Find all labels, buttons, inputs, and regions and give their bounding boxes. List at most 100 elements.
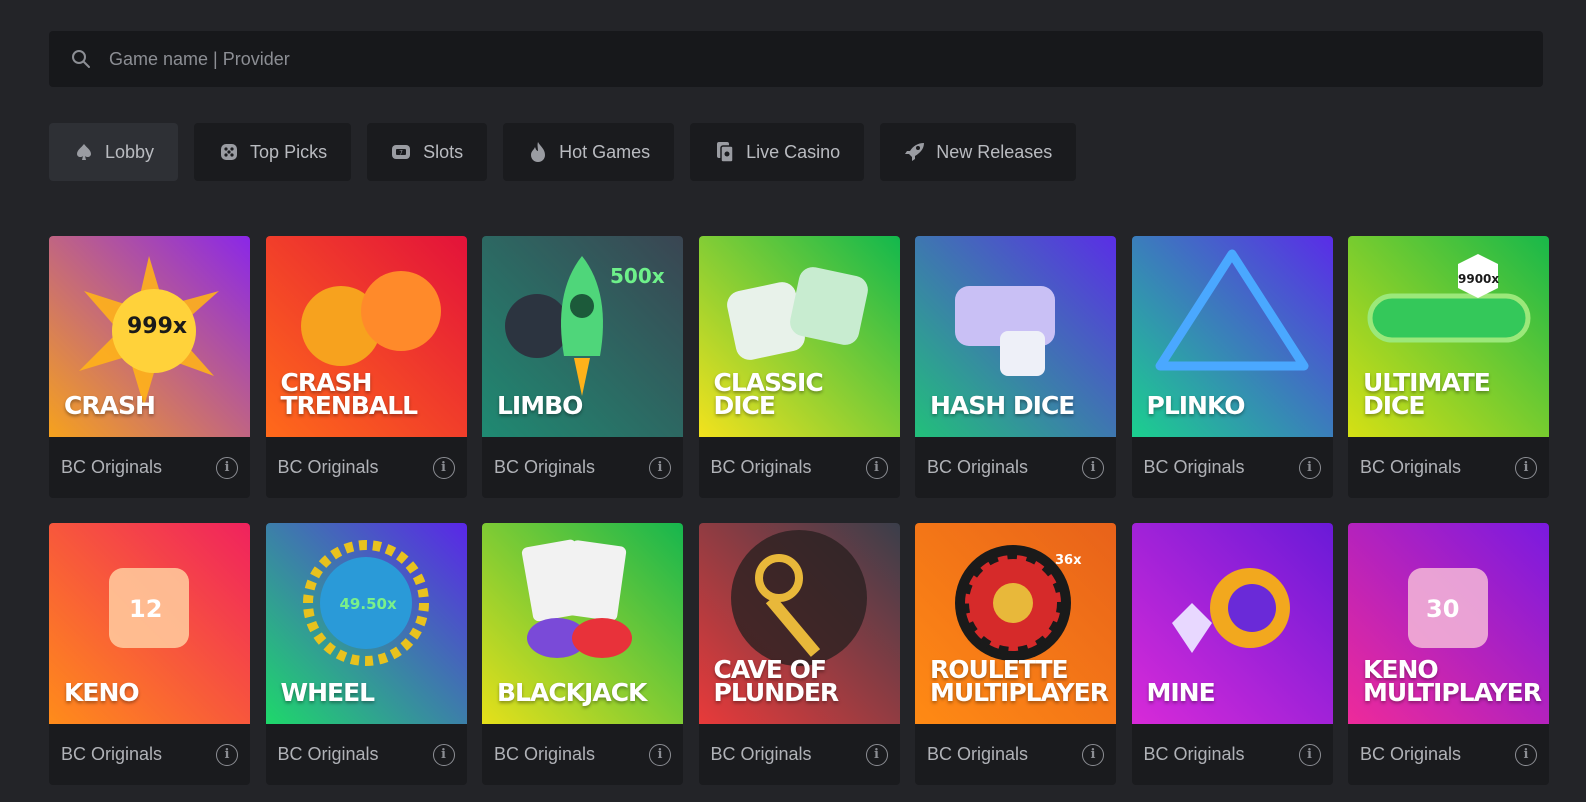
game-meta: BC Originals i — [699, 437, 900, 498]
game-card-limbo[interactable]: 500x LIMBO BC Originals i — [482, 236, 683, 498]
info-icon[interactable]: i — [1515, 743, 1537, 766]
game-card-classic-dice[interactable]: CLASSIC DICE BC Originals i — [698, 236, 900, 498]
info-icon[interactable]: i — [216, 743, 238, 766]
tab-new-releases[interactable]: New Releases — [880, 123, 1077, 181]
game-thumbnail[interactable]: 12 KENO — [49, 523, 250, 724]
dice-icon — [218, 141, 240, 163]
game-thumbnail[interactable]: CRASH TRENBALL — [265, 236, 467, 437]
game-provider[interactable]: BC Originals — [278, 744, 379, 765]
game-card-mine[interactable]: MINE BC Originals i — [1131, 523, 1333, 785]
game-title: WHEEL — [280, 678, 376, 707]
game-card-plinko[interactable]: PLINKO BC Originals i — [1131, 236, 1333, 498]
info-icon[interactable]: i — [432, 456, 455, 479]
game-title: PLINKO — [1146, 391, 1246, 420]
game-thumbnail[interactable]: 49.50x WHEEL — [265, 523, 467, 724]
tab-label: Hot Games — [559, 141, 651, 162]
game-thumbnail[interactable]: 9900x ULTIMATE DICE — [1348, 236, 1549, 437]
game-provider[interactable]: BC Originals — [927, 457, 1028, 478]
game-provider[interactable]: BC Originals — [711, 457, 812, 478]
game-title: KENO MULTIPLAYER — [1363, 655, 1542, 707]
game-thumbnail[interactable]: 500x LIMBO — [482, 236, 683, 437]
game-card-crash[interactable]: 999x CRASH BC Originals i — [49, 236, 250, 498]
game-title: CRASH TRENBALL — [280, 368, 419, 420]
game-title: ULTIMATE DICE — [1363, 368, 1491, 420]
game-meta: BC Originals i — [1348, 437, 1549, 498]
info-icon[interactable]: i — [865, 456, 888, 479]
game-thumbnail[interactable]: 30 KENO MULTIPLAYER — [1348, 523, 1549, 724]
game-thumbnail[interactable]: 999x CRASH — [49, 236, 250, 437]
game-provider[interactable]: BC Originals — [711, 744, 812, 765]
tab-slots[interactable]: 7 Slots — [367, 123, 488, 181]
info-icon[interactable]: i — [432, 743, 455, 766]
game-thumbnail[interactable]: PLINKO — [1131, 236, 1333, 437]
game-art-badge: 30 — [1426, 595, 1460, 623]
game-card-blackjack[interactable]: BLACKJACK BC Originals i — [482, 523, 683, 785]
game-card-hash-dice[interactable]: HASH DICE BC Originals i — [915, 236, 1116, 498]
info-icon[interactable]: i — [649, 743, 671, 766]
cards-icon — [714, 141, 736, 163]
game-grid: 999x CRASH BC Originals i CRASH TRENBALL BC O… — [49, 236, 1549, 785]
game-card-keno[interactable]: 12 KENO BC Originals i — [49, 523, 250, 785]
game-thumbnail[interactable]: HASH DICE — [915, 236, 1116, 437]
game-card-wheel[interactable]: 49.50x WHEEL BC Originals i — [265, 523, 467, 785]
tab-hot-games[interactable]: Hot Games — [503, 123, 675, 181]
tab-live-casino[interactable]: Live Casino — [690, 123, 865, 181]
game-art-badge: 12 — [129, 595, 163, 623]
game-meta: BC Originals i — [49, 724, 250, 785]
info-icon[interactable]: i — [1298, 743, 1321, 766]
tab-top-picks[interactable]: Top Picks — [194, 123, 352, 181]
game-art-badge: 9900x — [1458, 272, 1500, 286]
game-title: CAVE OF PLUNDER — [713, 655, 840, 707]
game-card-crash-trenball[interactable]: CRASH TRENBALL BC Originals i — [265, 236, 467, 498]
game-art-badge: 36x — [1055, 553, 1082, 568]
game-title: ROULETTE MULTIPLAYER — [930, 655, 1109, 707]
game-thumbnail[interactable]: MINE — [1131, 523, 1333, 724]
game-thumbnail[interactable]: 36x ROULETTE MULTIPLAYER — [915, 523, 1116, 724]
game-meta: BC Originals i — [49, 437, 250, 498]
game-provider[interactable]: BC Originals — [1144, 744, 1245, 765]
game-meta: BC Originals i — [482, 437, 683, 498]
flame-icon — [527, 141, 549, 163]
game-title: MINE — [1146, 678, 1216, 707]
game-provider[interactable]: BC Originals — [494, 744, 595, 765]
game-card-keno-multiplayer[interactable]: 30 KENO MULTIPLAYER BC Originals i — [1348, 523, 1549, 785]
game-art-badge: 500x — [610, 264, 665, 288]
tab-label: Slots — [423, 141, 464, 162]
game-provider[interactable]: BC Originals — [927, 744, 1028, 765]
info-icon[interactable]: i — [216, 456, 238, 479]
game-card-cave-of-plunder[interactable]: CAVE OF PLUNDER BC Originals i — [698, 523, 900, 785]
tab-lobby[interactable]: Lobby — [49, 123, 179, 181]
info-icon[interactable]: i — [649, 456, 671, 479]
info-icon[interactable]: i — [1298, 456, 1321, 479]
game-thumbnail[interactable]: BLACKJACK — [482, 523, 683, 724]
game-art-badge: 49.50x — [339, 595, 397, 613]
info-icon[interactable]: i — [1082, 456, 1104, 479]
game-provider[interactable]: BC Originals — [494, 457, 595, 478]
game-title: CLASSIC DICE — [713, 368, 824, 420]
game-meta: BC Originals i — [1132, 437, 1333, 498]
search-bar[interactable] — [49, 31, 1543, 87]
game-meta: BC Originals i — [1132, 724, 1333, 785]
game-meta: BC Originals i — [915, 437, 1116, 498]
game-card-roulette-multiplayer[interactable]: 36x ROULETTE MULTIPLAYER BC Originals i — [915, 523, 1116, 785]
game-meta: BC Originals i — [915, 724, 1116, 785]
game-provider[interactable]: BC Originals — [61, 744, 162, 765]
game-provider[interactable]: BC Originals — [61, 457, 162, 478]
tab-label: Top Picks — [250, 141, 328, 162]
game-thumbnail[interactable]: CAVE OF PLUNDER — [698, 523, 900, 724]
game-provider[interactable]: BC Originals — [1144, 457, 1245, 478]
game-meta: BC Originals i — [1348, 724, 1549, 785]
rocket-icon — [904, 141, 926, 163]
svg-text:7: 7 — [399, 150, 403, 157]
game-title: LIMBO — [497, 391, 583, 420]
info-icon[interactable]: i — [1082, 743, 1104, 766]
game-thumbnail[interactable]: CLASSIC DICE — [698, 236, 900, 437]
tab-label: Lobby — [105, 141, 155, 162]
info-icon[interactable]: i — [865, 743, 888, 766]
info-icon[interactable]: i — [1515, 456, 1537, 479]
search-input[interactable] — [109, 31, 1543, 87]
game-card-ultimate-dice[interactable]: 9900x ULTIMATE DICE BC Originals i — [1348, 236, 1549, 498]
game-provider[interactable]: BC Originals — [1360, 457, 1461, 478]
game-provider[interactable]: BC Originals — [278, 457, 379, 478]
game-provider[interactable]: BC Originals — [1360, 744, 1461, 765]
